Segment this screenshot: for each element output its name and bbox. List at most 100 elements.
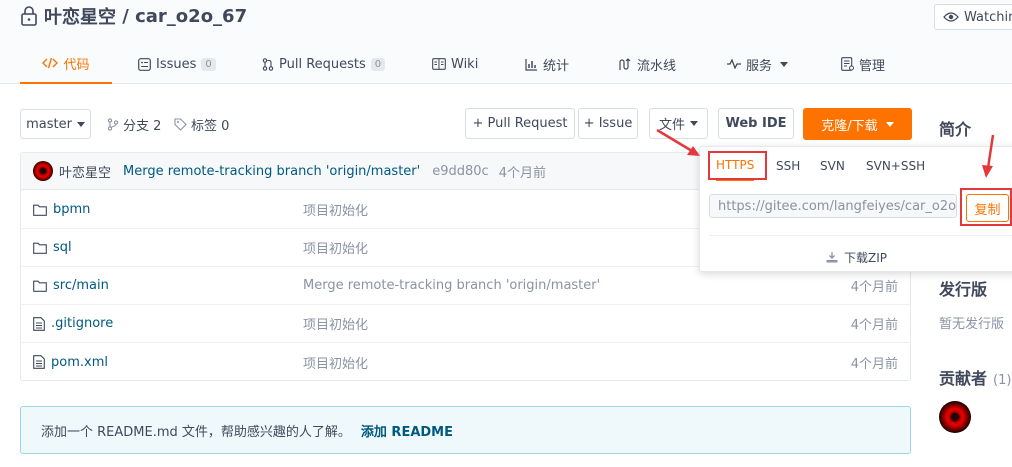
- download-zip-link[interactable]: 下载ZIP: [826, 247, 887, 267]
- add-readme-link[interactable]: 添加 README: [361, 421, 453, 440]
- file-name-link[interactable]: .gitignore: [33, 316, 113, 331]
- file-name-link[interactable]: bpmn: [33, 202, 90, 217]
- file-commit-message[interactable]: 项目初始化: [303, 314, 368, 333]
- repo-name-link[interactable]: car_o2o_67: [135, 6, 247, 27]
- download-icon: [826, 252, 838, 263]
- tab-code-label: 代码: [63, 57, 90, 73]
- file-commit-message[interactable]: 项目初始化: [303, 238, 368, 257]
- sidebar-contributors-title: 贡献者 (1): [939, 365, 1011, 389]
- tab-issues[interactable]: Issues 0: [138, 44, 216, 84]
- sidebar-releases-title: 发行版: [939, 280, 988, 299]
- tab-services[interactable]: 服务: [727, 44, 789, 84]
- clone-tab-svn-ssh[interactable]: SVN+SSH: [866, 151, 925, 181]
- file-commit-time: 4个月前: [850, 318, 898, 333]
- file-name: sql: [53, 240, 72, 255]
- file-dropdown-label: 文件: [658, 118, 685, 133]
- file-name-link[interactable]: pom.xml: [33, 355, 108, 370]
- download-zip-label: 下载ZIP: [844, 250, 887, 265]
- clone-download-label: 克隆/下载: [821, 118, 878, 134]
- watch-button[interactable]: Watching: [934, 4, 1012, 30]
- readme-notice: 添加一个 README.md 文件，帮助感兴趣的人了解。 添加 README: [20, 406, 911, 454]
- issues-icon: [138, 57, 151, 71]
- file-commit-message[interactable]: 项目初始化: [303, 353, 368, 372]
- file-commit-message[interactable]: Merge remote-tracking branch 'origin/mas…: [303, 278, 600, 293]
- file-name: pom.xml: [51, 354, 108, 370]
- file-name: bpmn: [53, 202, 91, 217]
- file-icon: [33, 316, 45, 331]
- clone-url-input[interactable]: https://gitee.com/langfeiyes/car_o2o_67.…: [709, 194, 957, 218]
- tab-pipeline[interactable]: 流水线: [618, 44, 676, 84]
- repo-owner-link[interactable]: 叶恋星空: [44, 3, 116, 29]
- watch-label: Watching: [964, 9, 1012, 25]
- tab-code[interactable]: 代码: [20, 44, 112, 84]
- no-releases-text: 暂无发行版: [939, 317, 1005, 332]
- tab-wiki-label: Wiki: [451, 56, 479, 72]
- pulse-icon: [727, 59, 741, 69]
- repo-separator: /: [116, 5, 136, 27]
- file-commit-time: 4个月前: [850, 280, 898, 295]
- eye-icon: [943, 12, 959, 22]
- folder-icon: [33, 242, 47, 254]
- folder-icon: [33, 280, 47, 292]
- contributor-avatar[interactable]: [939, 401, 971, 433]
- chevron-down-icon: [690, 121, 698, 126]
- tab-stats[interactable]: 统计: [525, 44, 569, 84]
- commit-author-avatar[interactable]: [33, 161, 53, 181]
- tab-manage[interactable]: 管理: [841, 44, 885, 84]
- chevron-down-icon: [76, 121, 85, 127]
- tab-services-label: 服务: [746, 58, 773, 74]
- file-row-src-main: src/main Merge remote-tracking branch 'o…: [21, 267, 910, 305]
- chart-icon: [525, 58, 538, 71]
- readme-notice-text: 添加一个 README.md 文件，帮助感兴趣的人了解。: [41, 424, 351, 440]
- tab-pull-requests[interactable]: Pull Requests 0: [262, 44, 386, 84]
- settings-doc-icon: [841, 57, 854, 71]
- file-dropdown-button[interactable]: 文件: [649, 108, 708, 139]
- file-name-link[interactable]: src/main: [33, 278, 109, 293]
- popover-divider: [709, 235, 1012, 236]
- pull-requests-count-badge: 0: [370, 57, 386, 71]
- tab-wiki[interactable]: Wiki: [432, 44, 478, 84]
- issues-count-badge: 0: [201, 57, 216, 71]
- branch-select[interactable]: master: [20, 109, 91, 139]
- file-name: .gitignore: [51, 316, 114, 331]
- repo-title: 叶恋星空 / car_o2o_67: [20, 4, 247, 28]
- pipeline-icon: [618, 57, 632, 71]
- file-row-gitignore: .gitignore 项目初始化 4个月前: [21, 305, 910, 343]
- branch-select-label: master: [26, 116, 72, 132]
- clone-download-button[interactable]: 克隆/下载: [803, 108, 912, 140]
- repo-header: 叶恋星空 / car_o2o_67 Watching 代码 Issues 0: [0, 0, 1012, 84]
- contributors-label: 贡献者: [939, 369, 988, 388]
- contributors-count: (1): [993, 373, 1012, 388]
- tab-issues-label: Issues: [156, 56, 197, 72]
- chevron-down-icon: [780, 61, 789, 67]
- tab-manage-label: 管理: [859, 58, 886, 74]
- file-icon: [33, 355, 45, 369]
- sidebar-intro-title: 简介: [939, 120, 972, 139]
- branches-label: 分支 2: [123, 118, 162, 134]
- tags-link[interactable]: 标签 0: [174, 114, 229, 134]
- tags-label: 标签 0: [191, 118, 230, 134]
- tag-icon: [174, 117, 187, 131]
- commit-hash-link[interactable]: e9dd80c: [432, 164, 488, 179]
- tab-pipeline-label: 流水线: [637, 58, 677, 74]
- code-icon: [42, 57, 59, 69]
- pull-request-icon: [262, 57, 274, 71]
- tab-stats-label: 统计: [543, 58, 570, 74]
- web-ide-label: Web IDE: [725, 116, 787, 131]
- clone-tab-ssh[interactable]: SSH: [776, 151, 800, 181]
- branches-link[interactable]: 分支 2: [107, 114, 161, 134]
- file-row-pom: pom.xml 项目初始化 4个月前: [21, 343, 910, 381]
- folder-icon: [33, 204, 47, 216]
- new-issue-button[interactable]: + Issue: [578, 108, 638, 139]
- new-pull-request-button[interactable]: + Pull Request: [465, 108, 575, 139]
- commit-message-link[interactable]: Merge remote-tracking branch 'origin/mas…: [123, 164, 420, 179]
- clone-tab-svn[interactable]: SVN: [820, 151, 845, 181]
- file-name: src/main: [53, 278, 109, 293]
- branch-icon: [107, 117, 119, 131]
- file-commit-message[interactable]: 项目初始化: [303, 200, 368, 219]
- new-issue-label: + Issue: [583, 116, 633, 131]
- new-pull-request-label: + Pull Request: [472, 116, 568, 131]
- file-name-link[interactable]: sql: [33, 240, 72, 255]
- web-ide-button[interactable]: Web IDE: [718, 108, 794, 139]
- commit-author[interactable]: 叶恋星空: [59, 162, 111, 181]
